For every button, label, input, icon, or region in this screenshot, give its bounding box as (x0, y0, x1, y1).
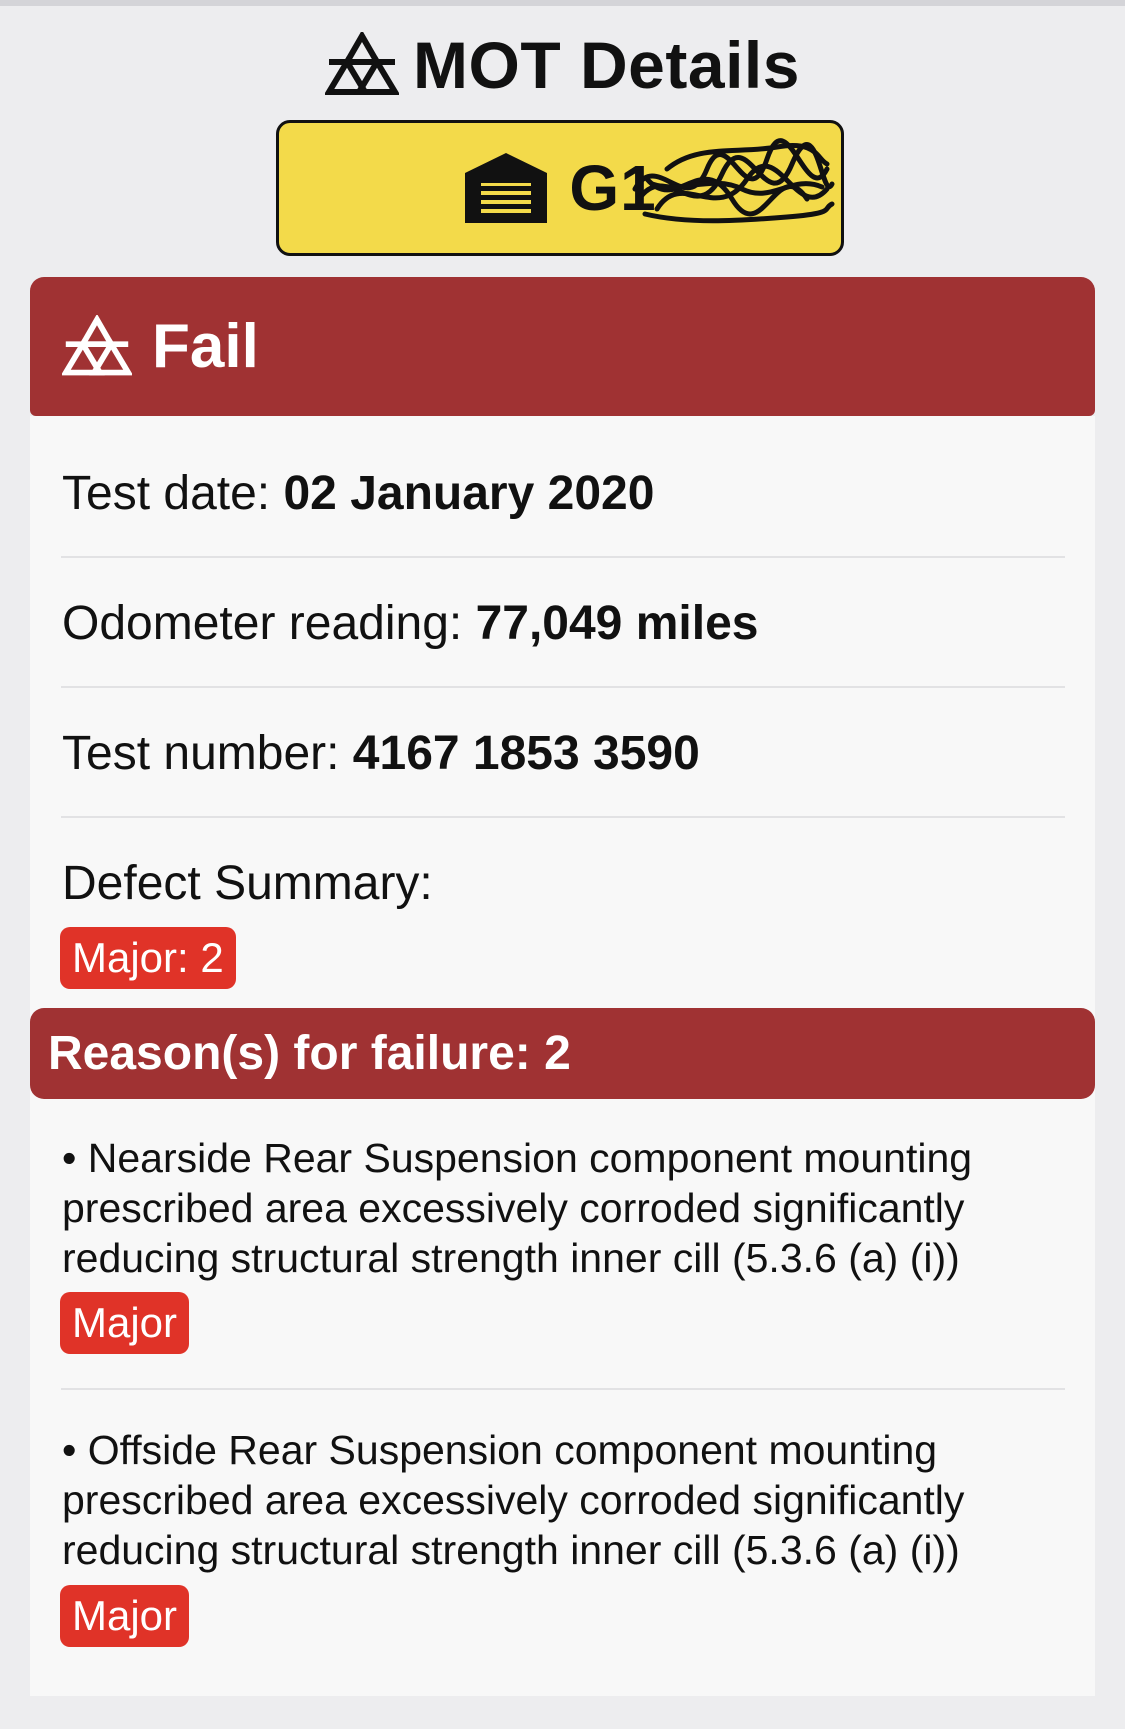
defect-item: • Offside Rear Suspension component moun… (62, 1425, 1072, 1575)
reasons-label: Reason(s) for failure: 2 (48, 1027, 571, 1080)
defect-line: • Nearside Rear Suspension component mou… (62, 1135, 973, 1181)
test-number-value: 4167 1853 3590 (352, 727, 700, 780)
odometer-value: 77,049 miles (475, 597, 759, 650)
defect-summary-badge: Major: 2 (60, 927, 236, 989)
test-number-label: Test number: (62, 727, 353, 780)
top-border (0, 0, 1125, 6)
severity-badge: Major (60, 1292, 190, 1354)
page-header: MOT Details (0, 22, 1125, 108)
odometer-row: Odometer reading: 77,049 miles (62, 596, 1065, 651)
defect-line: prescribed area excessively corroded sig… (62, 1477, 965, 1523)
divider (61, 556, 1065, 558)
test-date-label: Test date: (62, 467, 284, 520)
severity-badge: Major (60, 1585, 190, 1647)
test-date-row: Test date: 02 January 2020 (62, 466, 1065, 521)
test-number-row: Test number: 4167 1853 3590 (62, 726, 1065, 781)
redaction-scribble (632, 138, 835, 224)
divider (61, 816, 1065, 818)
divider (61, 686, 1065, 688)
status-banner: Fail (30, 277, 1095, 416)
defect-line: reducing structural strength inner cill … (62, 1235, 960, 1281)
status-label: Fail (152, 312, 259, 381)
defect-line: reducing structural strength inner cill … (62, 1527, 960, 1573)
registration-number: G1 (569, 138, 835, 225)
reasons-header: Reason(s) for failure: 2 (30, 1008, 1095, 1099)
registration-plate: G1 (276, 120, 844, 256)
page-title: MOT Details (413, 28, 800, 102)
odometer-label: Odometer reading: (62, 597, 476, 650)
garage-icon (465, 153, 548, 223)
defect-line: prescribed area excessively corroded sig… (62, 1185, 965, 1231)
mot-triangle-icon (325, 32, 400, 95)
defect-summary-label: Defect Summary: (62, 857, 433, 910)
mot-triangle-icon (62, 314, 132, 375)
divider (61, 1388, 1065, 1390)
test-date-value: 02 January 2020 (283, 467, 655, 520)
defect-line: • Offside Rear Suspension component moun… (62, 1427, 938, 1473)
defect-item: • Nearside Rear Suspension component mou… (62, 1133, 1072, 1283)
